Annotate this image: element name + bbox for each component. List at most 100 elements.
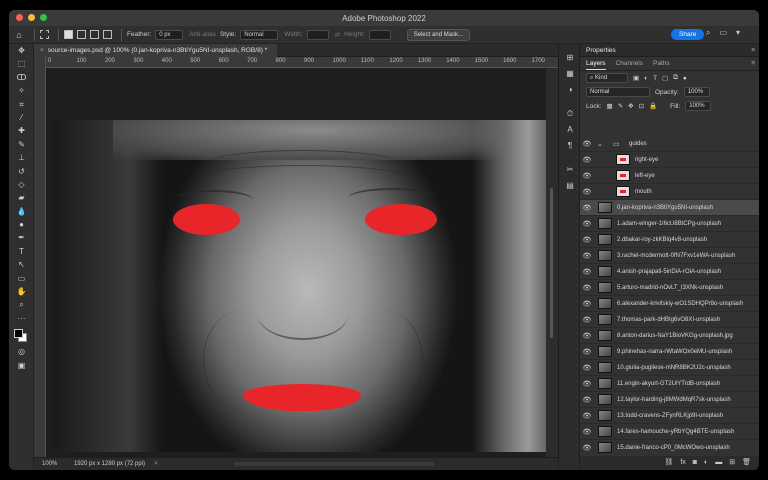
select-and-mask-button[interactable]: Select and Mask...: [406, 28, 471, 41]
character-icon[interactable]: A: [559, 122, 581, 138]
home-icon[interactable]: ⌂: [9, 30, 29, 40]
lock-transparent-icon[interactable]: ▦: [607, 102, 613, 110]
brush-tool-icon[interactable]: ✎: [9, 138, 34, 151]
type-filter-icon[interactable]: T: [653, 75, 657, 82]
hand-tool-icon[interactable]: ✋: [9, 285, 34, 298]
zoom-level[interactable]: 100%: [42, 458, 57, 470]
visibility-eye-icon[interactable]: 👁: [580, 348, 594, 356]
libraries-icon[interactable]: ▦: [559, 66, 581, 82]
swatches-icon[interactable]: ▤: [559, 178, 581, 194]
panel-menu-icon[interactable]: ≡: [751, 44, 755, 57]
foreground-color-swatch[interactable]: [14, 329, 23, 339]
layer-row[interactable]: 👁 7.thomas-park-dHBIg6vO8XI-unsplash: [580, 312, 759, 328]
new-group-icon[interactable]: ▬: [715, 456, 722, 470]
layer-row[interactable]: 👁 0.jan-kopriva-n3BtiYgu5NI-unsplash: [580, 200, 759, 216]
layer-row[interactable]: 👁 2.dbakar-roy-zkKBlq4v8-unsplash: [580, 232, 759, 248]
tab-layers[interactable]: Layers: [586, 57, 606, 70]
eyedropper-tool-icon[interactable]: ⁄: [9, 111, 34, 124]
visibility-eye-icon[interactable]: 👁: [580, 444, 594, 452]
move-tool-icon[interactable]: ✥: [9, 44, 34, 57]
tools-preset-icon[interactable]: ✂: [559, 162, 581, 178]
visibility-eye-icon[interactable]: 👁: [580, 380, 594, 388]
visibility-eye-icon[interactable]: 👁: [580, 252, 594, 260]
canvas-pasteboard[interactable]: [46, 68, 552, 457]
layer-row[interactable]: 👁 14.fares-hamouche-yRbYQg4BTE-unsplash: [580, 424, 759, 440]
visibility-eye-icon[interactable]: 👁: [580, 300, 594, 308]
properties-header[interactable]: Properties ≡: [580, 44, 759, 57]
add-to-selection-icon[interactable]: [77, 30, 86, 39]
layer-row[interactable]: 👁 ⌄ ▭ guides: [580, 136, 759, 152]
layer-row[interactable]: 👁 10.giulia-pugliese-mNR8BK2U2c-unsplash: [580, 360, 759, 376]
blur-tool-icon[interactable]: 💧: [9, 205, 34, 218]
eraser-tool-icon[interactable]: ◇: [9, 178, 34, 191]
screen-mode-icon[interactable]: ▣: [9, 359, 34, 372]
type-tool-icon[interactable]: T: [9, 245, 34, 258]
visibility-eye-icon[interactable]: 👁: [580, 204, 594, 212]
search-icon[interactable]: ⌕: [706, 28, 710, 38]
adjustments-icon[interactable]: ◑: [559, 82, 581, 98]
history-icon[interactable]: ⏱: [559, 106, 581, 122]
paragraph-icon[interactable]: ¶: [559, 138, 581, 154]
magic-wand-tool-icon[interactable]: ✧: [9, 84, 34, 97]
layer-row[interactable]: 👁 15.danie-franco-cP0_0McWOwo-unsplash: [580, 440, 759, 454]
delete-layer-icon[interactable]: 🗑: [742, 456, 751, 470]
visibility-eye-icon[interactable]: 👁: [580, 412, 594, 420]
intersect-selection-icon[interactable]: [103, 30, 112, 39]
layer-style-icon[interactable]: fx: [680, 456, 685, 470]
properties-icon[interactable]: ⊞: [559, 50, 581, 66]
shape-filter-icon[interactable]: ▢: [662, 74, 668, 82]
path-selection-tool-icon[interactable]: ↖: [9, 258, 34, 271]
adjustment-filter-icon[interactable]: ◐: [644, 75, 648, 82]
lock-pixels-icon[interactable]: ✎: [618, 102, 623, 110]
smart-object-filter-icon[interactable]: ⧉: [673, 74, 678, 82]
tab-paths[interactable]: Paths: [653, 57, 670, 70]
healing-brush-tool-icon[interactable]: ✚: [9, 124, 34, 137]
filter-toggle-icon[interactable]: ●: [683, 75, 687, 82]
adjustment-layer-icon[interactable]: ◐: [704, 456, 708, 470]
layer-row[interactable]: 👁 6.alexander-krivitskiy-wO1SDHQPr8o-unsp…: [580, 296, 759, 312]
close-window-button[interactable]: [16, 14, 23, 21]
new-layer-icon[interactable]: ⊞: [729, 456, 735, 470]
rectangular-marquee-preset-icon[interactable]: [40, 30, 49, 39]
swap-dimensions-icon[interactable]: ⇄: [335, 31, 340, 39]
vertical-scrollbar[interactable]: [546, 68, 558, 457]
opacity-input[interactable]: 100%: [683, 87, 710, 97]
more-tools-icon[interactable]: ···: [9, 312, 34, 325]
status-menu-arrow[interactable]: >: [154, 458, 158, 470]
visibility-eye-icon[interactable]: 👁: [580, 268, 594, 276]
blend-mode-select[interactable]: Normal: [586, 87, 650, 97]
visibility-eye-icon[interactable]: 👁: [580, 316, 594, 324]
new-selection-icon[interactable]: [64, 30, 73, 39]
color-swatches[interactable]: [9, 325, 34, 345]
visibility-eye-icon[interactable]: 👁: [580, 332, 594, 340]
horizontal-scrollbar[interactable]: [234, 462, 434, 466]
vertical-ruler[interactable]: [34, 57, 46, 457]
canvas-image[interactable]: [53, 120, 552, 452]
visibility-eye-icon[interactable]: 👁: [580, 172, 594, 180]
layer-row[interactable]: 👁 left-eye: [580, 168, 759, 184]
scroll-thumb[interactable]: [550, 188, 553, 338]
minimize-window-button[interactable]: [28, 14, 35, 21]
layer-row[interactable]: 👁 3.rachel-mcdermott-0fN7Fxv1eWA-unsplash: [580, 248, 759, 264]
visibility-eye-icon[interactable]: 👁: [580, 284, 594, 292]
zoom-tool-icon[interactable]: ⌕: [9, 298, 34, 311]
subtract-from-selection-icon[interactable]: [90, 30, 99, 39]
zoom-window-button[interactable]: [40, 14, 47, 21]
pen-tool-icon[interactable]: ✒: [9, 231, 34, 244]
fill-input[interactable]: 100%: [685, 101, 712, 111]
close-tab-icon[interactable]: ×: [40, 47, 44, 54]
lasso-tool-icon[interactable]: ↀ: [9, 71, 34, 84]
layer-row[interactable]: 👁 4.anish-prajapati-5inDiA-rOiA-unsplash: [580, 264, 759, 280]
style-select[interactable]: Normal: [240, 29, 279, 40]
shape-tool-icon[interactable]: ▭: [9, 272, 34, 285]
marquee-tool-icon[interactable]: ⬚: [9, 57, 34, 70]
lock-artboard-icon[interactable]: ⊡: [639, 102, 644, 110]
expand-chevron-icon[interactable]: ⌄: [597, 140, 608, 148]
layer-row[interactable]: 👁 mouth: [580, 184, 759, 200]
share-button[interactable]: Share: [671, 29, 705, 40]
gradient-tool-icon[interactable]: ▰: [9, 191, 34, 204]
layer-row[interactable]: 👁 11.engin-akyurt-GT2UiYTrdB-unsplash: [580, 376, 759, 392]
visibility-eye-icon[interactable]: 👁: [580, 236, 594, 244]
tab-channels[interactable]: Channels: [616, 57, 643, 70]
horizontal-ruler[interactable]: 0 100 200 300 400 500 600 700 800 900 1000 1100 1200…: [46, 57, 558, 68]
